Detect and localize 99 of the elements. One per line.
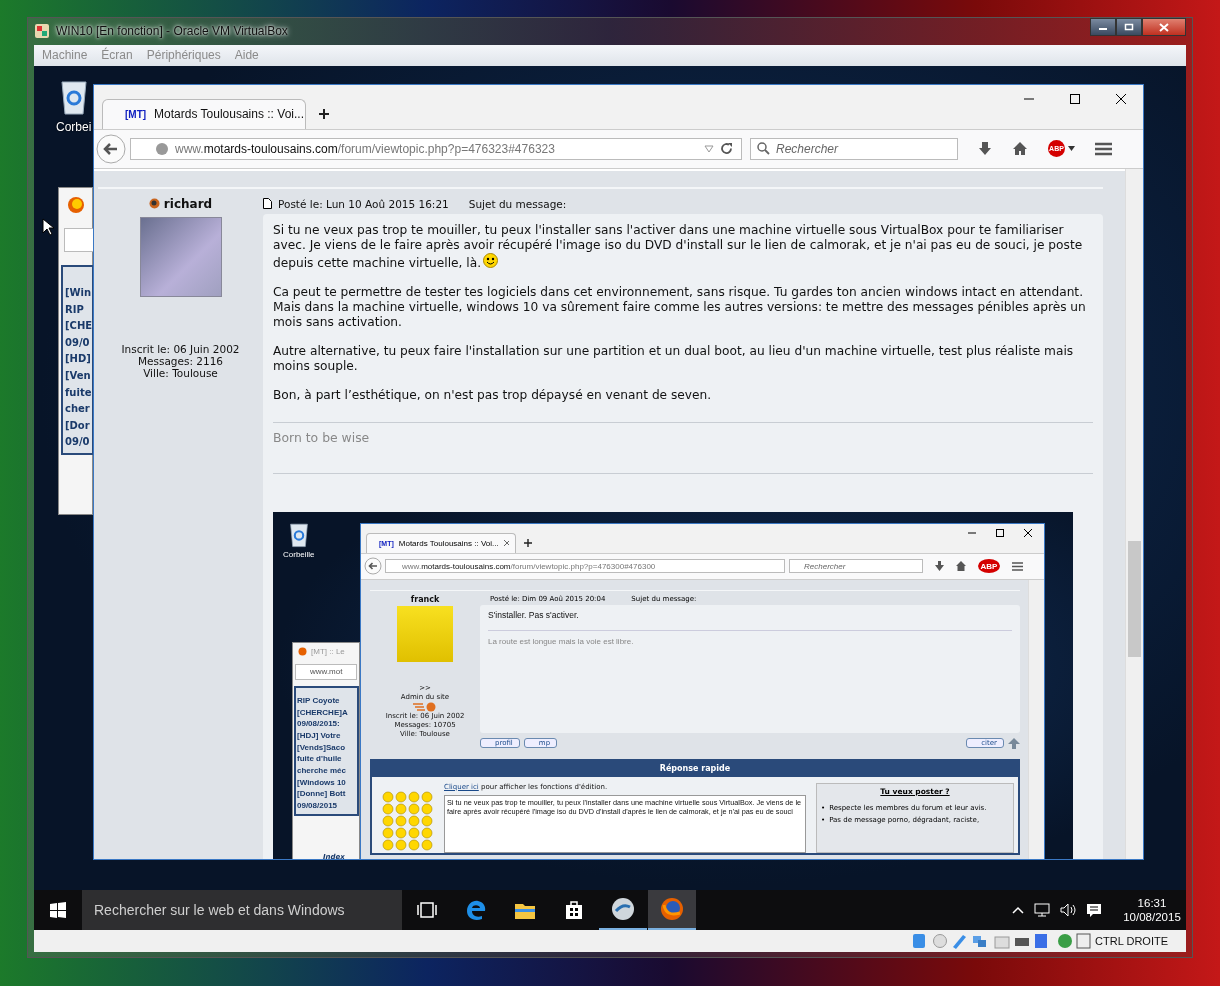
caret-icon bbox=[1068, 146, 1075, 152]
topic-link[interactable]: cherche méc bbox=[296, 766, 346, 778]
search-field[interactable]: Rechercher sur le web et dans Windows bbox=[82, 890, 402, 930]
offline-status-icon bbox=[148, 198, 160, 210]
topic-link[interactable]: [CHERCHE]A bbox=[296, 707, 348, 720]
scrollbar-thumb[interactable] bbox=[1128, 540, 1141, 657]
browser-icon bbox=[660, 897, 684, 921]
browser-icon bbox=[67, 195, 85, 214]
download-icon[interactable] bbox=[978, 140, 992, 157]
topic-link[interactable]: [Dor bbox=[63, 419, 90, 437]
menu-icon[interactable] bbox=[1095, 141, 1112, 156]
recycle-bin-label: Corbei bbox=[56, 119, 92, 134]
avatar-picture bbox=[397, 605, 453, 662]
scrollbar[interactable] bbox=[1125, 168, 1143, 859]
maximize-icon[interactable] bbox=[996, 528, 1004, 537]
close-icon[interactable] bbox=[1115, 92, 1127, 105]
rank-badge-icon bbox=[413, 701, 437, 712]
close-icon[interactable] bbox=[1024, 528, 1032, 537]
new-tab-icon[interactable] bbox=[318, 107, 330, 120]
download-icon[interactable] bbox=[935, 561, 944, 572]
topic-link[interactable]: fuite d'huile bbox=[296, 754, 342, 767]
home-icon[interactable] bbox=[956, 561, 966, 572]
address-field[interactable]: www.motards-toulousains.com/forum/viewtopic.php?p=476323#476323 bbox=[130, 137, 742, 160]
browser-e-icon bbox=[465, 899, 487, 921]
minimize-button[interactable] bbox=[1090, 18, 1116, 36]
topic-link[interactable]: [Donne] Bott bbox=[296, 789, 346, 802]
notification-icon[interactable] bbox=[1086, 902, 1102, 918]
author-name[interactable]: richard bbox=[163, 196, 213, 211]
network-icon[interactable] bbox=[1034, 903, 1050, 917]
url-text: www.motards-toulousains.com/forum/viewtopic.php?p=476323#476323 bbox=[175, 141, 556, 156]
host-key-label: CTRL DROITE bbox=[1095, 935, 1168, 947]
back-button[interactable] bbox=[364, 557, 382, 576]
recycle-bin-label: Corbeille bbox=[283, 549, 315, 559]
topic-link[interactable]: 09/08/2015 bbox=[296, 801, 338, 813]
menu-icon[interactable] bbox=[1012, 561, 1023, 571]
back-button[interactable] bbox=[96, 133, 126, 164]
up-arrow-icon[interactable] bbox=[1008, 737, 1020, 749]
author-name[interactable]: franck bbox=[410, 594, 440, 604]
topic-link[interactable]: [Vends]Saco bbox=[296, 742, 345, 755]
smileys-drawing bbox=[382, 790, 434, 851]
signature-text: Born to be wise bbox=[273, 429, 371, 445]
document-icon bbox=[263, 198, 272, 210]
profile-info: Inscrit le: 06 Juin 2002 bbox=[121, 342, 240, 355]
search-field[interactable]: Rechercher bbox=[789, 559, 923, 574]
profile-info: Messages: 2116 bbox=[137, 354, 224, 367]
home-icon[interactable] bbox=[1012, 141, 1028, 157]
search-icon bbox=[757, 142, 770, 156]
message-paragraph: Si tu ne veux pas trop te mouiller, tu peux l'installer sans l'activer dans une machine virtuelle sous VirtualBox pour te familiariser avec. Je viens de le faire après avoir récupéré l'image iso du DVD d'install sur le lien de calmorak, et je n'ai pas eu de souci, je poste depuis cette machine virtuelle, là. bbox=[273, 222, 1084, 271]
tab-title: Motards Toulousains :: Voi... bbox=[154, 107, 304, 122]
maximize-button[interactable] bbox=[1116, 18, 1142, 36]
url-text: www.motards-toulousains.com/forum/viewtopic.php?p=476300#476300 bbox=[402, 561, 657, 571]
show-hidden-icons-icon[interactable] bbox=[1012, 906, 1024, 914]
profile-info: Ville: Toulouse bbox=[143, 366, 218, 379]
search-field[interactable]: Rechercher bbox=[750, 137, 958, 160]
windows-start-icon[interactable] bbox=[50, 902, 66, 918]
subject-label: Sujet du message: bbox=[468, 197, 567, 210]
browser-tab[interactable]: [MT] Motards Toulousains :: Voi... bbox=[102, 98, 306, 129]
site-logo: [MT] bbox=[125, 108, 147, 120]
shopping-bag-icon bbox=[565, 900, 583, 920]
topic-link[interactable]: RIP Coyote bbox=[296, 695, 340, 708]
topic-link[interactable]: [Win bbox=[63, 286, 92, 304]
topic-link[interactable]: 09/08/2015: bbox=[296, 719, 340, 731]
reload-icon[interactable] bbox=[720, 142, 733, 156]
address-field[interactable]: www.mot bbox=[295, 663, 357, 680]
message-paragraph: Ca peut te permettre de tester tes logiciels dans cet environnement, sans risque. Tu gardes ton ancien windows intact en attendant. Mais dans la machine virtuelle, windows 10 va sûrement faire comme les autres versions: te mettre des messages pénibles après un mois sans activation. bbox=[273, 284, 1087, 330]
signature-text: La route est longue mais la voie est libre. bbox=[488, 636, 635, 646]
post-date: Posté le: Lun 10 Aoû 2015 16:21 bbox=[278, 197, 449, 210]
topic-link[interactable]: [Ven bbox=[63, 369, 91, 387]
address-field[interactable]: www.motards-toulousains.com/forum/viewtopic.php?p=476300#476300 bbox=[385, 559, 785, 574]
topic-link[interactable]: [CHE bbox=[63, 320, 93, 337]
window-title: WIN10 [En fonction] - Oracle VM VirtualBox bbox=[56, 24, 288, 39]
maximize-icon[interactable] bbox=[1069, 92, 1081, 105]
scrollbar[interactable] bbox=[1028, 579, 1044, 859]
topic-link[interactable]: fuite bbox=[63, 386, 92, 404]
app-icon bbox=[611, 897, 635, 921]
close-button[interactable] bbox=[1142, 18, 1186, 36]
topic-link[interactable]: [Windows 10 bbox=[296, 777, 346, 790]
maximize-icon bbox=[1124, 23, 1134, 31]
globe-icon bbox=[155, 141, 169, 156]
app-icon bbox=[34, 23, 50, 40]
topic-link[interactable]: cher bbox=[63, 403, 90, 420]
topic-link[interactable]: 09/0 bbox=[63, 336, 90, 354]
browser-icon bbox=[298, 646, 307, 656]
address-field[interactable] bbox=[64, 227, 96, 252]
message-text: S'installer. Pas s'activer. bbox=[488, 609, 1012, 631]
topic-link[interactable]: 09/0 bbox=[63, 436, 90, 453]
volume-icon[interactable] bbox=[1060, 903, 1076, 917]
new-tab-icon[interactable] bbox=[524, 538, 532, 547]
topic-link[interactable]: [HD] bbox=[63, 353, 91, 370]
adblock-button[interactable]: ABP bbox=[978, 559, 1000, 574]
task-view-icon bbox=[417, 902, 437, 918]
section-header: Réponse rapide bbox=[372, 760, 1018, 777]
message-paragraph: Autre alternative, tu peux faire l'installation sur une partition et un dual boot, au lieu d'un machine virtuelle, test plus réaliste mais moins souple. bbox=[273, 343, 1075, 374]
topic-link[interactable]: RIP bbox=[63, 303, 84, 321]
smiley-icon bbox=[483, 252, 499, 268]
close-icon bbox=[1159, 22, 1169, 32]
mouse-cursor-icon bbox=[42, 217, 54, 236]
topic-link[interactable]: [HDJ] Votre bbox=[296, 731, 341, 743]
message-paragraph: Bon, à part l’esthétique, on n'est pas trop dépaysé en venant de seven. bbox=[273, 387, 713, 403]
